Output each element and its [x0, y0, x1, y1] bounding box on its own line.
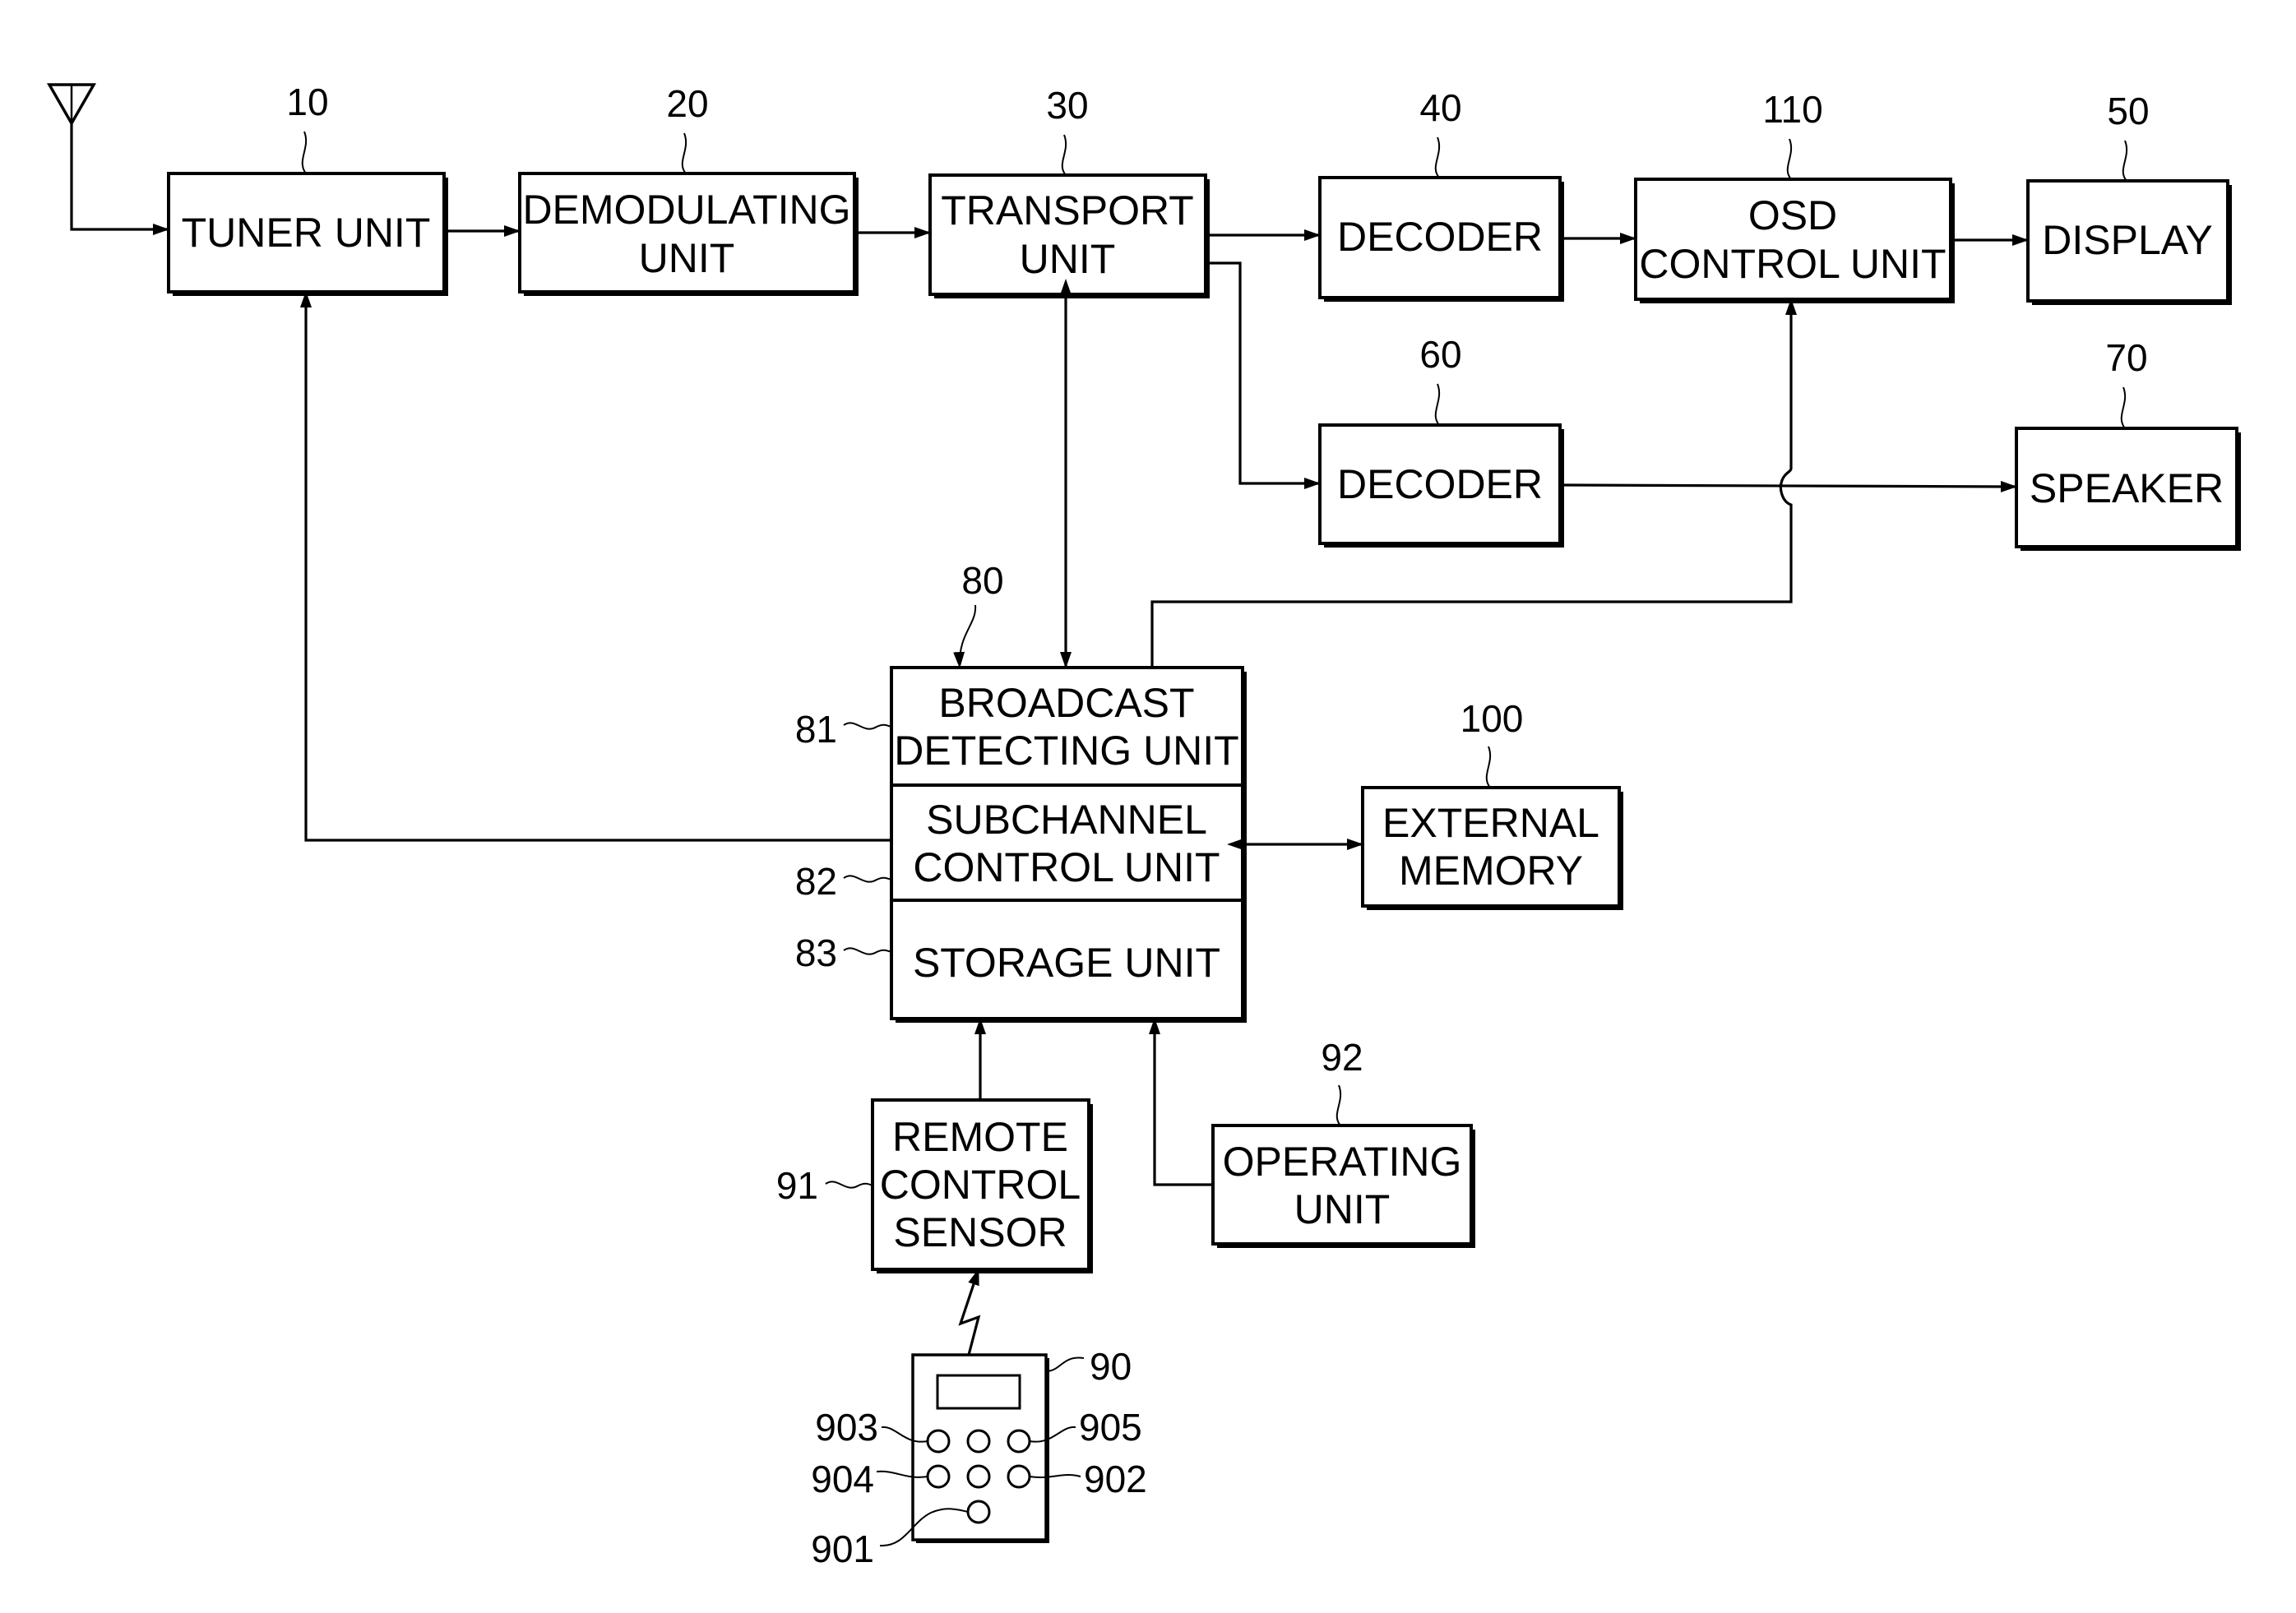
operating-unit-block: OPERATING UNIT	[1211, 1124, 1475, 1248]
transport-unit-label-2: UNIT	[1020, 236, 1116, 282]
ref-80: 80	[961, 559, 1003, 602]
decoder-60-block: DECODER	[1318, 423, 1564, 548]
leader-60	[1434, 383, 1441, 426]
leader-82	[843, 875, 892, 883]
leader-70	[2120, 386, 2127, 429]
leader-110	[1786, 138, 1792, 180]
ref-60: 60	[1419, 333, 1461, 376]
remote-control-device	[911, 1353, 1049, 1543]
tuner-unit-block: TUNER UNIT	[167, 172, 448, 296]
display-label: DISPLAY	[2042, 217, 2213, 263]
demodulating-unit-label-2: UNIT	[639, 235, 735, 281]
ref-40: 40	[1419, 86, 1461, 129]
leader-100	[1485, 746, 1492, 788]
remote-sensor-label-1: REMOTE	[892, 1114, 1068, 1160]
decoder-40-label: DECODER	[1337, 214, 1543, 260]
remote-screen-icon	[936, 1374, 1021, 1410]
leader-92	[1335, 1084, 1341, 1126]
leader-80-arrow	[953, 604, 977, 668]
ref-902: 902	[1084, 1458, 1147, 1500]
leader-20	[681, 132, 687, 174]
ref-904: 904	[811, 1458, 874, 1500]
ref-83: 83	[795, 931, 837, 974]
subchannel-control-label-2: CONTROL UNIT	[913, 844, 1220, 890]
wire-decoder60-speaker	[1559, 480, 2017, 492]
speaker-block: SPEAKER	[2015, 427, 2241, 551]
remote-sensor-label-3: SENSOR	[893, 1209, 1067, 1255]
external-memory-block: EXTERNAL MEMORY	[1361, 786, 1623, 910]
leader-90	[1045, 1356, 1085, 1372]
decoder-40-block: DECODER	[1318, 176, 1564, 302]
remote-sensor-label-2: CONTROL	[880, 1162, 1081, 1208]
leader-81	[843, 722, 892, 730]
transport-unit-label-1: TRANSPORT	[941, 187, 1193, 233]
operating-unit-label-2: UNIT	[1294, 1186, 1391, 1232]
antenna-icon	[46, 83, 97, 127]
button-904-icon	[926, 1464, 951, 1489]
ref-92: 92	[1321, 1036, 1363, 1079]
button-icon	[966, 1429, 991, 1454]
storage-unit-label: STORAGE UNIT	[913, 940, 1220, 986]
tuner-unit-label: TUNER UNIT	[182, 210, 431, 256]
button-901-icon	[966, 1500, 991, 1524]
osd-control-unit-label-1: OSD	[1748, 192, 1837, 238]
ref-901: 901	[811, 1527, 874, 1570]
ref-90: 90	[1090, 1345, 1132, 1388]
operating-unit-label-1: OPERATING	[1223, 1139, 1462, 1185]
remote-control-sensor-block: REMOTE CONTROL SENSOR	[871, 1098, 1093, 1273]
leader-83	[843, 947, 892, 955]
broadcast-detecting-label-1: BROADCAST	[938, 680, 1194, 726]
block-diagram: TUNER UNIT 10 DEMODULATING UNIT 20 TRANS…	[46, 81, 2241, 1570]
ref-30: 30	[1046, 84, 1088, 127]
leader-40	[1434, 136, 1440, 178]
ref-70: 70	[2105, 336, 2147, 379]
ref-50: 50	[2107, 90, 2149, 132]
button-905-icon	[1007, 1429, 1031, 1454]
external-memory-label-2: MEMORY	[1399, 848, 1583, 894]
leader-10	[301, 131, 308, 174]
osd-control-unit-block: OSD CONTROL UNIT	[1634, 178, 1955, 303]
ref-905: 905	[1079, 1406, 1142, 1449]
ref-81: 81	[795, 708, 837, 751]
demodulating-unit-block: DEMODULATING UNIT	[518, 172, 859, 296]
ref-110: 110	[1762, 88, 1822, 131]
osd-control-unit-label-2: CONTROL UNIT	[1639, 241, 1946, 287]
controller-block-80: BROADCAST DETECTING UNIT SUBCHANNEL CONT…	[890, 666, 1247, 1023]
broadcast-detecting-label-2: DETECTING UNIT	[894, 728, 1238, 774]
leader-30	[1061, 134, 1067, 176]
speaker-label: SPEAKER	[2030, 465, 2224, 511]
ref-91: 91	[776, 1164, 818, 1207]
external-memory-label-1: EXTERNAL	[1382, 800, 1599, 846]
demodulating-unit-label-1: DEMODULATING	[522, 187, 850, 233]
ref-100: 100	[1460, 697, 1524, 740]
button-903-icon	[926, 1429, 951, 1454]
wire-transport-decoder60	[1206, 261, 1321, 489]
wire-operating-controller	[1149, 1018, 1213, 1186]
wireless-signal-icon	[958, 1269, 981, 1356]
display-block: DISPLAY	[2026, 179, 2232, 305]
leader-50	[2122, 140, 2127, 182]
ref-82: 82	[795, 860, 837, 903]
subchannel-control-label-1: SUBCHANNEL	[926, 797, 1207, 843]
ref-903: 903	[815, 1406, 878, 1449]
wire-antenna-tuner	[70, 123, 169, 235]
decoder-60-label: DECODER	[1337, 461, 1543, 507]
button-icon	[966, 1464, 991, 1489]
ref-20: 20	[666, 82, 708, 125]
ref-10: 10	[286, 81, 328, 123]
wire-controller-tuner	[300, 291, 891, 842]
transport-unit-block: TRANSPORT UNIT	[928, 173, 1210, 298]
button-902-icon	[1007, 1464, 1031, 1489]
leader-91	[825, 1181, 873, 1189]
